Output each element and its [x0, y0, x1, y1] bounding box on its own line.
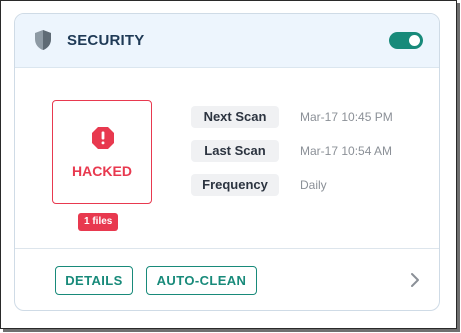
security-toggle[interactable] — [389, 32, 423, 49]
alert-octagon-icon — [92, 127, 114, 149]
info-key: Frequency — [191, 174, 279, 196]
info-key: Last Scan — [191, 140, 279, 162]
info-row-frequency: Frequency Daily — [191, 174, 431, 196]
info-row-last-scan: Last Scan Mar-17 10:54 AM — [191, 140, 431, 162]
info-value: Daily — [300, 178, 327, 192]
info-row-next-scan: Next Scan Mar-17 10:45 PM — [191, 106, 431, 128]
chevron-right-icon[interactable] — [409, 271, 421, 289]
card-header: SECURITY — [15, 14, 439, 68]
status-box: HACKED — [52, 100, 152, 204]
card-title: SECURITY — [67, 32, 145, 49]
info-key: Next Scan — [191, 106, 279, 128]
security-card: SECURITY HACKED 1 files Next Scan Mar-17… — [14, 13, 440, 311]
footer-divider — [15, 248, 439, 249]
shield-icon — [35, 30, 51, 50]
window-frame: SECURITY HACKED 1 files Next Scan Mar-17… — [0, 0, 457, 329]
status-label: HACKED — [72, 163, 132, 179]
auto-clean-button[interactable]: AUTO-CLEAN — [146, 266, 257, 295]
toggle-knob — [409, 35, 420, 46]
info-value: Mar-17 10:54 AM — [300, 144, 393, 158]
details-button[interactable]: DETAILS — [55, 266, 133, 295]
files-count-badge[interactable]: 1 files — [78, 213, 119, 231]
info-value: Mar-17 10:45 PM — [300, 110, 393, 124]
